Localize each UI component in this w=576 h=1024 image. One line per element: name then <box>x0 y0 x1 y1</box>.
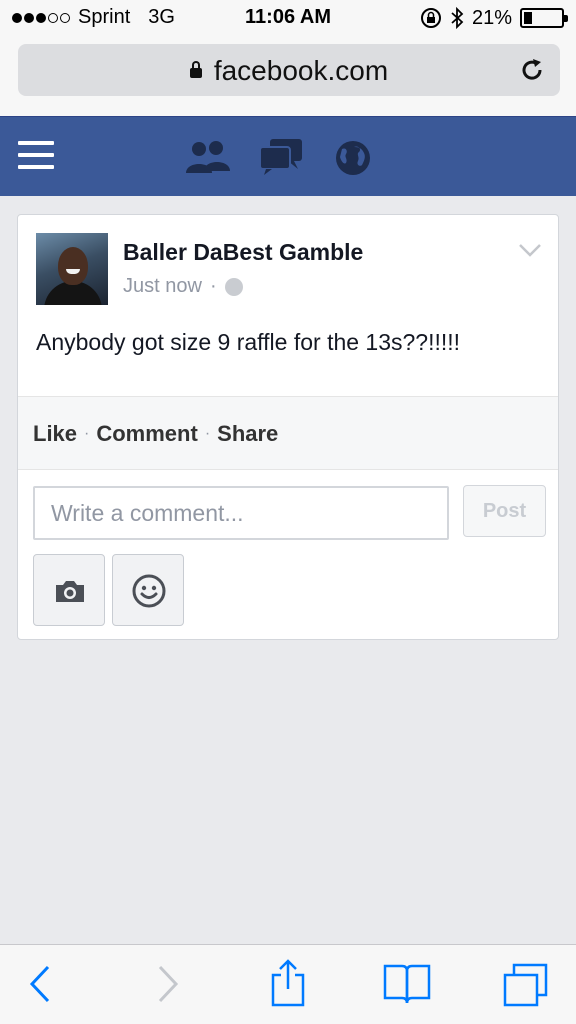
back-icon[interactable] <box>26 963 54 1005</box>
chevron-down-icon[interactable] <box>518 243 542 257</box>
smiley-icon <box>132 574 166 608</box>
photo-button[interactable] <box>33 554 105 626</box>
action-separator: · <box>84 425 90 442</box>
action-separator: · <box>204 425 211 442</box>
comment-input[interactable] <box>33 486 449 540</box>
avatar[interactable] <box>36 233 108 305</box>
actions-row: Like · Comment · Share <box>33 421 278 447</box>
post-text: Anybody got size 9 raffle for the 13s??!… <box>36 329 461 355</box>
address-bar[interactable]: facebook.com <box>18 44 560 96</box>
post-card: Baller DaBest Gamble Just now · Anybody … <box>17 214 559 640</box>
rotation-lock-icon <box>420 8 441 28</box>
share-icon[interactable] <box>268 959 308 1007</box>
battery-percent: 21% <box>471 6 512 29</box>
address-text[interactable]: facebook.com <box>18 55 560 87</box>
sticker-button[interactable] <box>112 554 184 626</box>
notifications-globe-icon[interactable] <box>334 139 372 177</box>
post-meta: Just now · <box>123 275 243 298</box>
friend-requests-icon[interactable] <box>186 139 232 175</box>
camera-icon <box>56 581 84 602</box>
url-text: facebook.com <box>213 55 389 86</box>
share-button[interactable]: Share <box>217 421 278 447</box>
tabs-icon[interactable] <box>502 963 550 1009</box>
reload-icon[interactable] <box>518 56 546 84</box>
browser-toolbar <box>0 944 576 1024</box>
forward-icon[interactable] <box>154 963 182 1005</box>
battery-fill <box>524 12 532 24</box>
avatar-head <box>58 247 88 285</box>
battery-icon <box>520 8 568 28</box>
status-right: 21% <box>420 6 568 30</box>
lock-icon <box>189 61 202 78</box>
like-button[interactable]: Like <box>33 421 77 447</box>
bookmarks-icon[interactable] <box>382 963 432 1005</box>
post-author[interactable]: Baller DaBest Gamble <box>123 239 363 266</box>
bluetooth-icon <box>451 6 464 30</box>
comment-button[interactable]: Comment <box>96 421 197 447</box>
facebook-nav-bar <box>0 116 576 196</box>
post-actions-bar: Like · Comment · Share <box>18 396 558 470</box>
privacy-globe-icon <box>224 277 243 296</box>
post-timestamp[interactable]: Just now <box>123 275 202 298</box>
address-area: facebook.com <box>0 36 576 116</box>
post-comment-button[interactable]: Post <box>463 485 546 537</box>
meta-separator: · <box>209 275 217 297</box>
status-bar: Sprint 3G 11:06 AM 21% <box>0 0 576 36</box>
messages-icon[interactable] <box>258 137 304 177</box>
menu-icon[interactable] <box>18 139 54 171</box>
